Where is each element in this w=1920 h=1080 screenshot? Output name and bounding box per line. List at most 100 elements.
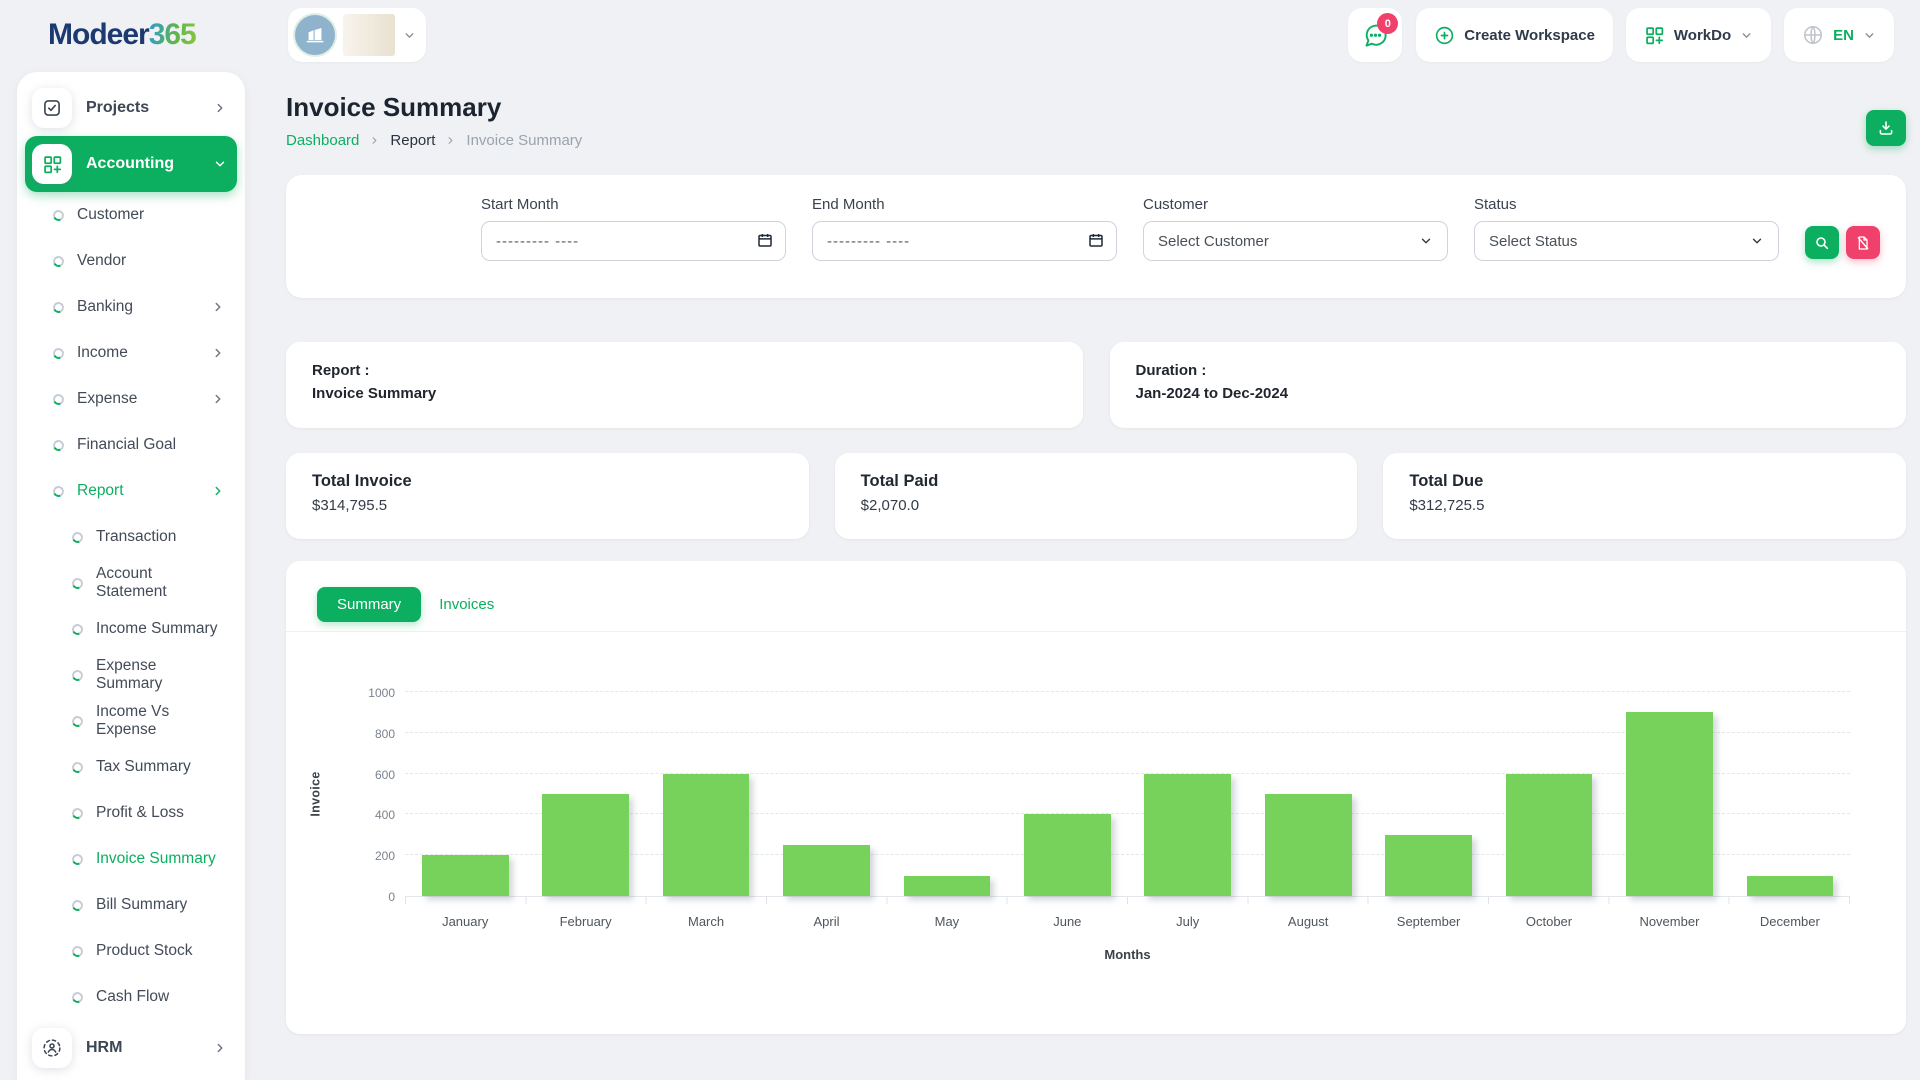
bar-september[interactable]: [1385, 834, 1472, 896]
bar-august[interactable]: [1264, 794, 1352, 896]
x-label-february: February: [559, 914, 612, 929]
app-logo[interactable]: Modeer365: [48, 18, 288, 52]
chart-plot-area: 0 200 400 600 800 1000 Invoice: [309, 686, 1850, 904]
sidebar-item-income-vs-expense[interactable]: Income Vs Expense: [25, 698, 237, 744]
sidebar-item-cash-flow[interactable]: Cash Flow: [25, 974, 237, 1020]
y-axis-tick-1000: 1000: [368, 686, 395, 700]
sidebar-item-report[interactable]: Report: [25, 468, 237, 514]
sidebar-item-label: Account Statement: [96, 565, 167, 600]
customer-field: Customer Select Customer: [1143, 196, 1448, 298]
total-due-label: Total Due: [1409, 472, 1484, 490]
duration-card-value: Jan-2024 to Dec-2024: [1135, 385, 1289, 402]
sidebar-item-accounting[interactable]: Accounting: [25, 136, 237, 192]
bullet-icon: [51, 437, 66, 453]
create-workspace-button[interactable]: Create Workspace: [1416, 8, 1613, 62]
sidebar-item-invoice-summary[interactable]: Invoice Summary: [25, 836, 237, 882]
export-download-button[interactable]: [1866, 110, 1906, 146]
sidebar-item-income-summary[interactable]: Income Summary: [25, 606, 237, 652]
calendar-icon[interactable]: [1087, 231, 1105, 249]
sidebar-item-transaction[interactable]: Transaction: [25, 514, 237, 560]
bar-july[interactable]: [1144, 773, 1232, 896]
bar-february[interactable]: [542, 794, 629, 896]
bullet-icon: [51, 483, 66, 499]
start-month-input[interactable]: [481, 221, 786, 261]
workspace-switcher[interactable]: [288, 8, 426, 62]
create-workspace-label: Create Workspace: [1464, 26, 1595, 44]
bullet-icon: [51, 253, 66, 269]
x-label-april: April: [813, 914, 840, 929]
chart-tabs: Summary Invoices: [317, 587, 1906, 622]
customer-label: Customer: [1143, 196, 1209, 213]
status-label: Status: [1474, 196, 1517, 213]
messages-button[interactable]: 0: [1348, 8, 1403, 62]
report-card-value: Invoice Summary: [312, 385, 437, 402]
total-invoice-value: $314,795.5: [312, 497, 388, 514]
sidebar-item-label: Vendor: [77, 252, 127, 269]
sidebar-item-label: Income Summary: [96, 620, 218, 637]
bar-june[interactable]: [1023, 814, 1111, 896]
breadcrumb-report[interactable]: Report: [390, 132, 435, 149]
bar-march[interactable]: [662, 773, 750, 896]
sidebar-item-account-statement[interactable]: Account Statement: [25, 560, 237, 606]
workdo-menu-button[interactable]: WorkDo: [1625, 8, 1772, 62]
sidebar-item-projects[interactable]: Projects: [25, 80, 237, 136]
sidebar-item-label: Financial Goal: [77, 436, 177, 453]
sidebar-item-expense[interactable]: Expense: [25, 376, 237, 422]
bar-april[interactable]: [783, 845, 870, 896]
sidebar-item-banking[interactable]: Banking: [25, 284, 237, 330]
bar-november[interactable]: [1626, 712, 1713, 896]
file-slash-icon: [1855, 235, 1871, 251]
sidebar-item-label: Product Stock: [96, 942, 193, 959]
sidebar-item-bill-summary[interactable]: Bill Summary: [25, 882, 237, 928]
sidebar-item-label: Projects: [86, 99, 150, 116]
total-paid-label: Total Paid: [860, 472, 939, 490]
chevron-down-icon: [213, 157, 227, 171]
total-invoice-label: Total Invoice: [312, 472, 412, 490]
chevron-right-icon: [213, 101, 227, 115]
language-selector[interactable]: EN: [1784, 8, 1894, 62]
x-label-september: September: [1396, 914, 1461, 929]
sidebar-item-label: Cash Flow: [96, 988, 170, 1005]
report-card: Report : Invoice Summary: [286, 342, 1083, 428]
sidebar-item-financial-goal[interactable]: Financial Goal: [25, 422, 237, 468]
chevron-right-icon: [445, 135, 456, 146]
sidebar-item-label: Expense Summary: [96, 657, 163, 692]
bar-december[interactable]: [1746, 875, 1834, 896]
start-month-field: Start Month: [481, 196, 786, 298]
x-label-january: January: [442, 914, 489, 929]
sidebar-item-income[interactable]: Income: [25, 330, 237, 376]
sidebar-item-hrm[interactable]: HRM: [25, 1020, 237, 1076]
tab-summary[interactable]: Summary: [317, 587, 422, 622]
chevron-right-icon: [211, 392, 225, 406]
breadcrumb-dashboard[interactable]: Dashboard: [286, 132, 359, 149]
reset-filter-button[interactable]: [1846, 226, 1880, 259]
sidebar-item-label: Income Vs Expense: [96, 703, 170, 738]
tab-invoices[interactable]: Invoices: [433, 587, 500, 622]
bar-october[interactable]: [1505, 773, 1593, 896]
sidebar-item-label: HRM: [86, 1039, 123, 1056]
hrm-icon: [32, 1028, 72, 1068]
sidebar-item-tax-summary[interactable]: Tax Summary: [25, 744, 237, 790]
sidebar-item-expense-summary[interactable]: Expense Summary: [25, 652, 237, 698]
apply-filter-button[interactable]: [1805, 226, 1839, 259]
status-select[interactable]: Select Status: [1474, 221, 1779, 261]
sidebar-item-label: Profit & Loss: [96, 804, 184, 821]
total-paid-value: $2,070.0: [860, 497, 920, 514]
sidebar: Projects Accounting Customer Vendor Banking I…: [17, 72, 245, 1080]
sidebar-item-label: Customer: [77, 206, 145, 223]
total-due-card: Total Due $312,725.5: [1383, 453, 1907, 539]
download-icon: [1877, 119, 1895, 137]
sidebar-item-profit-loss[interactable]: Profit & Loss: [25, 790, 237, 836]
sidebar-item-label: Report: [77, 482, 124, 499]
sidebar-item-product-stock[interactable]: Product Stock: [25, 928, 237, 974]
bullet-icon: [70, 897, 85, 913]
customer-select[interactable]: Select Customer: [1143, 221, 1448, 261]
calendar-icon[interactable]: [756, 231, 774, 249]
sidebar-item-customer[interactable]: Customer: [25, 192, 237, 238]
sidebar-item-vendor[interactable]: Vendor: [25, 238, 237, 284]
chevron-down-icon: [1750, 234, 1764, 248]
bar-january[interactable]: [421, 855, 509, 896]
logo-text-primary: Modeer: [48, 18, 150, 51]
bar-may[interactable]: [903, 875, 991, 896]
end-month-input[interactable]: [812, 221, 1117, 261]
